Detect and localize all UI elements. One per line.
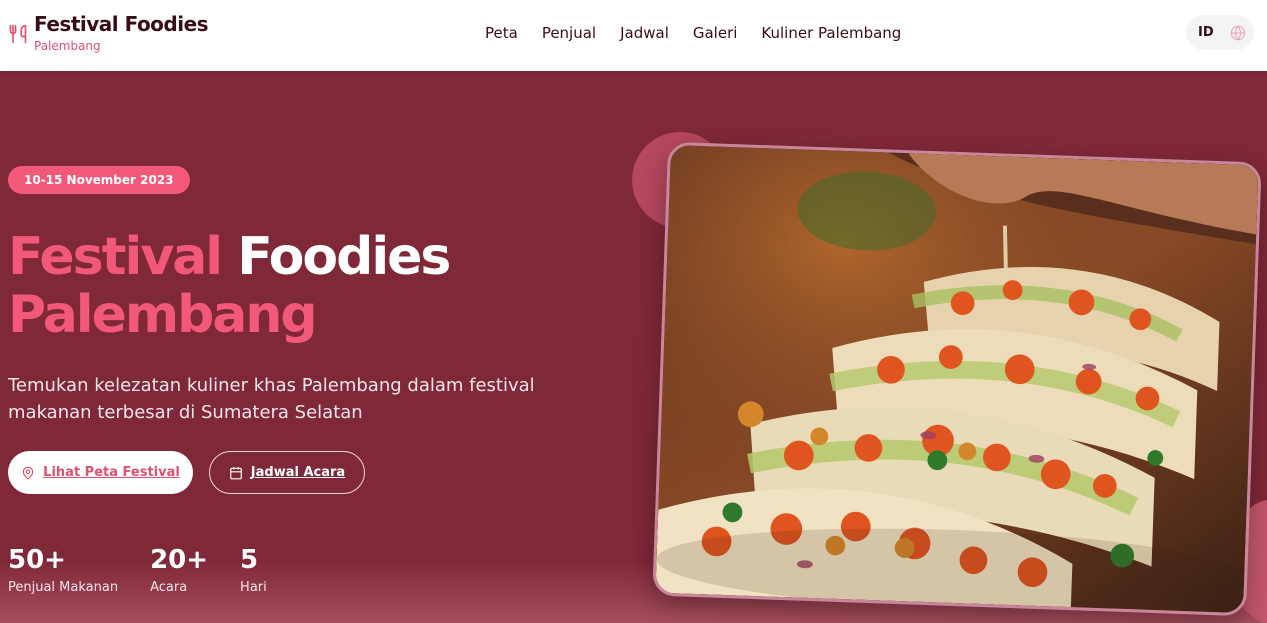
hero-title: Festival Foodies Palembang: [8, 227, 451, 345]
brand-logo[interactable]: Festival Foodies Palembang: [8, 10, 209, 53]
nav-galeri[interactable]: Galeri: [693, 24, 738, 42]
utensils-icon: [9, 24, 27, 44]
brand-title: Festival Foodies: [34, 12, 209, 36]
language-label: ID: [1198, 25, 1214, 40]
nav-kuliner-palembang[interactable]: Kuliner Palembang: [761, 24, 901, 42]
map-pin-icon: [22, 466, 34, 480]
tacos-illustration: [655, 144, 1259, 614]
hero-title-palembang: Palembang: [8, 285, 318, 345]
hero-title-foodies: Foodies: [237, 227, 451, 287]
hero-title-festival: Festival: [8, 227, 223, 287]
stat-days: 5 Hari: [240, 544, 267, 596]
globe-icon: [1230, 25, 1245, 40]
stat-label: Acara: [150, 580, 188, 595]
nav-penjual[interactable]: Penjual: [542, 24, 596, 42]
festival-stats: 50+ Penjual Makanan 20+ Acara 5 Hari: [8, 544, 299, 596]
stat-value: 50+: [8, 545, 66, 575]
site-header: Festival Foodies Palembang Peta Penjual …: [0, 0, 1267, 71]
main-nav: Peta Penjual Jadwal Galeri Kuliner Palem…: [485, 24, 925, 42]
language-switcher[interactable]: ID: [1186, 15, 1254, 50]
view-festival-map-label: Lihat Peta Festival: [43, 465, 180, 480]
stat-events: 20+ Acara: [150, 544, 208, 596]
brand-subtitle: Palembang: [34, 39, 101, 53]
calendar-icon: [229, 466, 242, 479]
nav-jadwal[interactable]: Jadwal: [620, 24, 669, 42]
stat-label: Penjual Makanan: [8, 580, 119, 595]
hero-description: Temukan kelezatan kuliner khas Palembang…: [8, 375, 535, 423]
stat-value: 5: [240, 545, 259, 575]
hero-food-image: [652, 141, 1262, 617]
nav-peta[interactable]: Peta: [485, 24, 518, 42]
event-schedule-button[interactable]: Jadwal Acara: [209, 451, 365, 494]
event-schedule-label: Jadwal Acara: [250, 465, 346, 480]
view-festival-map-button[interactable]: Lihat Peta Festival: [8, 451, 193, 494]
stat-value: 20+: [150, 545, 209, 575]
stat-label: Hari: [240, 580, 267, 595]
stat-vendors: 50+ Penjual Makanan: [8, 544, 118, 596]
date-badge: 10-15 November 2023: [8, 166, 190, 194]
